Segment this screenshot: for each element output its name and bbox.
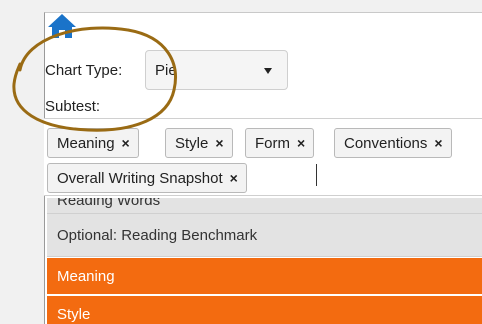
close-icon[interactable]: × [230, 170, 238, 186]
list-item[interactable]: Optional: Reading Benchmark [47, 214, 482, 257]
subtest-tag: Style × [165, 128, 233, 158]
subtest-label: Subtest: [45, 98, 101, 115]
close-icon[interactable]: × [297, 135, 305, 151]
subtest-tag-label: Meaning [57, 134, 115, 152]
option-label: Meaning [57, 267, 115, 285]
subtest-tag-label: Overall Writing Snapshot [57, 169, 223, 187]
subtest-tag-label: Conventions [344, 134, 428, 152]
chart-type-value: Pie [155, 61, 177, 79]
text-cursor [316, 164, 317, 186]
subtest-options-list[interactable]: Reading Words Optional: Reading Benchmar… [47, 198, 482, 324]
option-label: Reading Words [57, 198, 161, 209]
close-icon[interactable]: × [434, 135, 442, 151]
subtest-tag: Meaning × [47, 128, 139, 158]
subtest-tag: Conventions × [334, 128, 452, 158]
option-label: Optional: Reading Benchmark [57, 226, 258, 244]
subtest-tag-label: Form [255, 134, 290, 152]
home-icon[interactable] [47, 13, 77, 39]
close-icon[interactable]: × [215, 135, 223, 151]
list-item[interactable]: Meaning [47, 258, 482, 295]
subtest-tag: Form × [245, 128, 315, 158]
subtest-multiselect[interactable]: Meaning × Style × Form × Conventions × O… [44, 118, 482, 196]
chart-type-select[interactable]: Pie [145, 50, 288, 90]
subtest-tag-label: Style [175, 134, 209, 152]
subtest-tag: Overall Writing Snapshot × [47, 163, 247, 193]
list-item[interactable]: Reading Words [47, 198, 482, 214]
chevron-down-icon [264, 68, 272, 74]
option-label: Style [57, 305, 91, 323]
close-icon[interactable]: × [122, 135, 130, 151]
chart-type-label: Chart Type: [45, 62, 123, 79]
list-item[interactable]: Style [47, 296, 482, 324]
page: Chart Type: Pie Subtest: Meaning × Style… [0, 0, 482, 324]
